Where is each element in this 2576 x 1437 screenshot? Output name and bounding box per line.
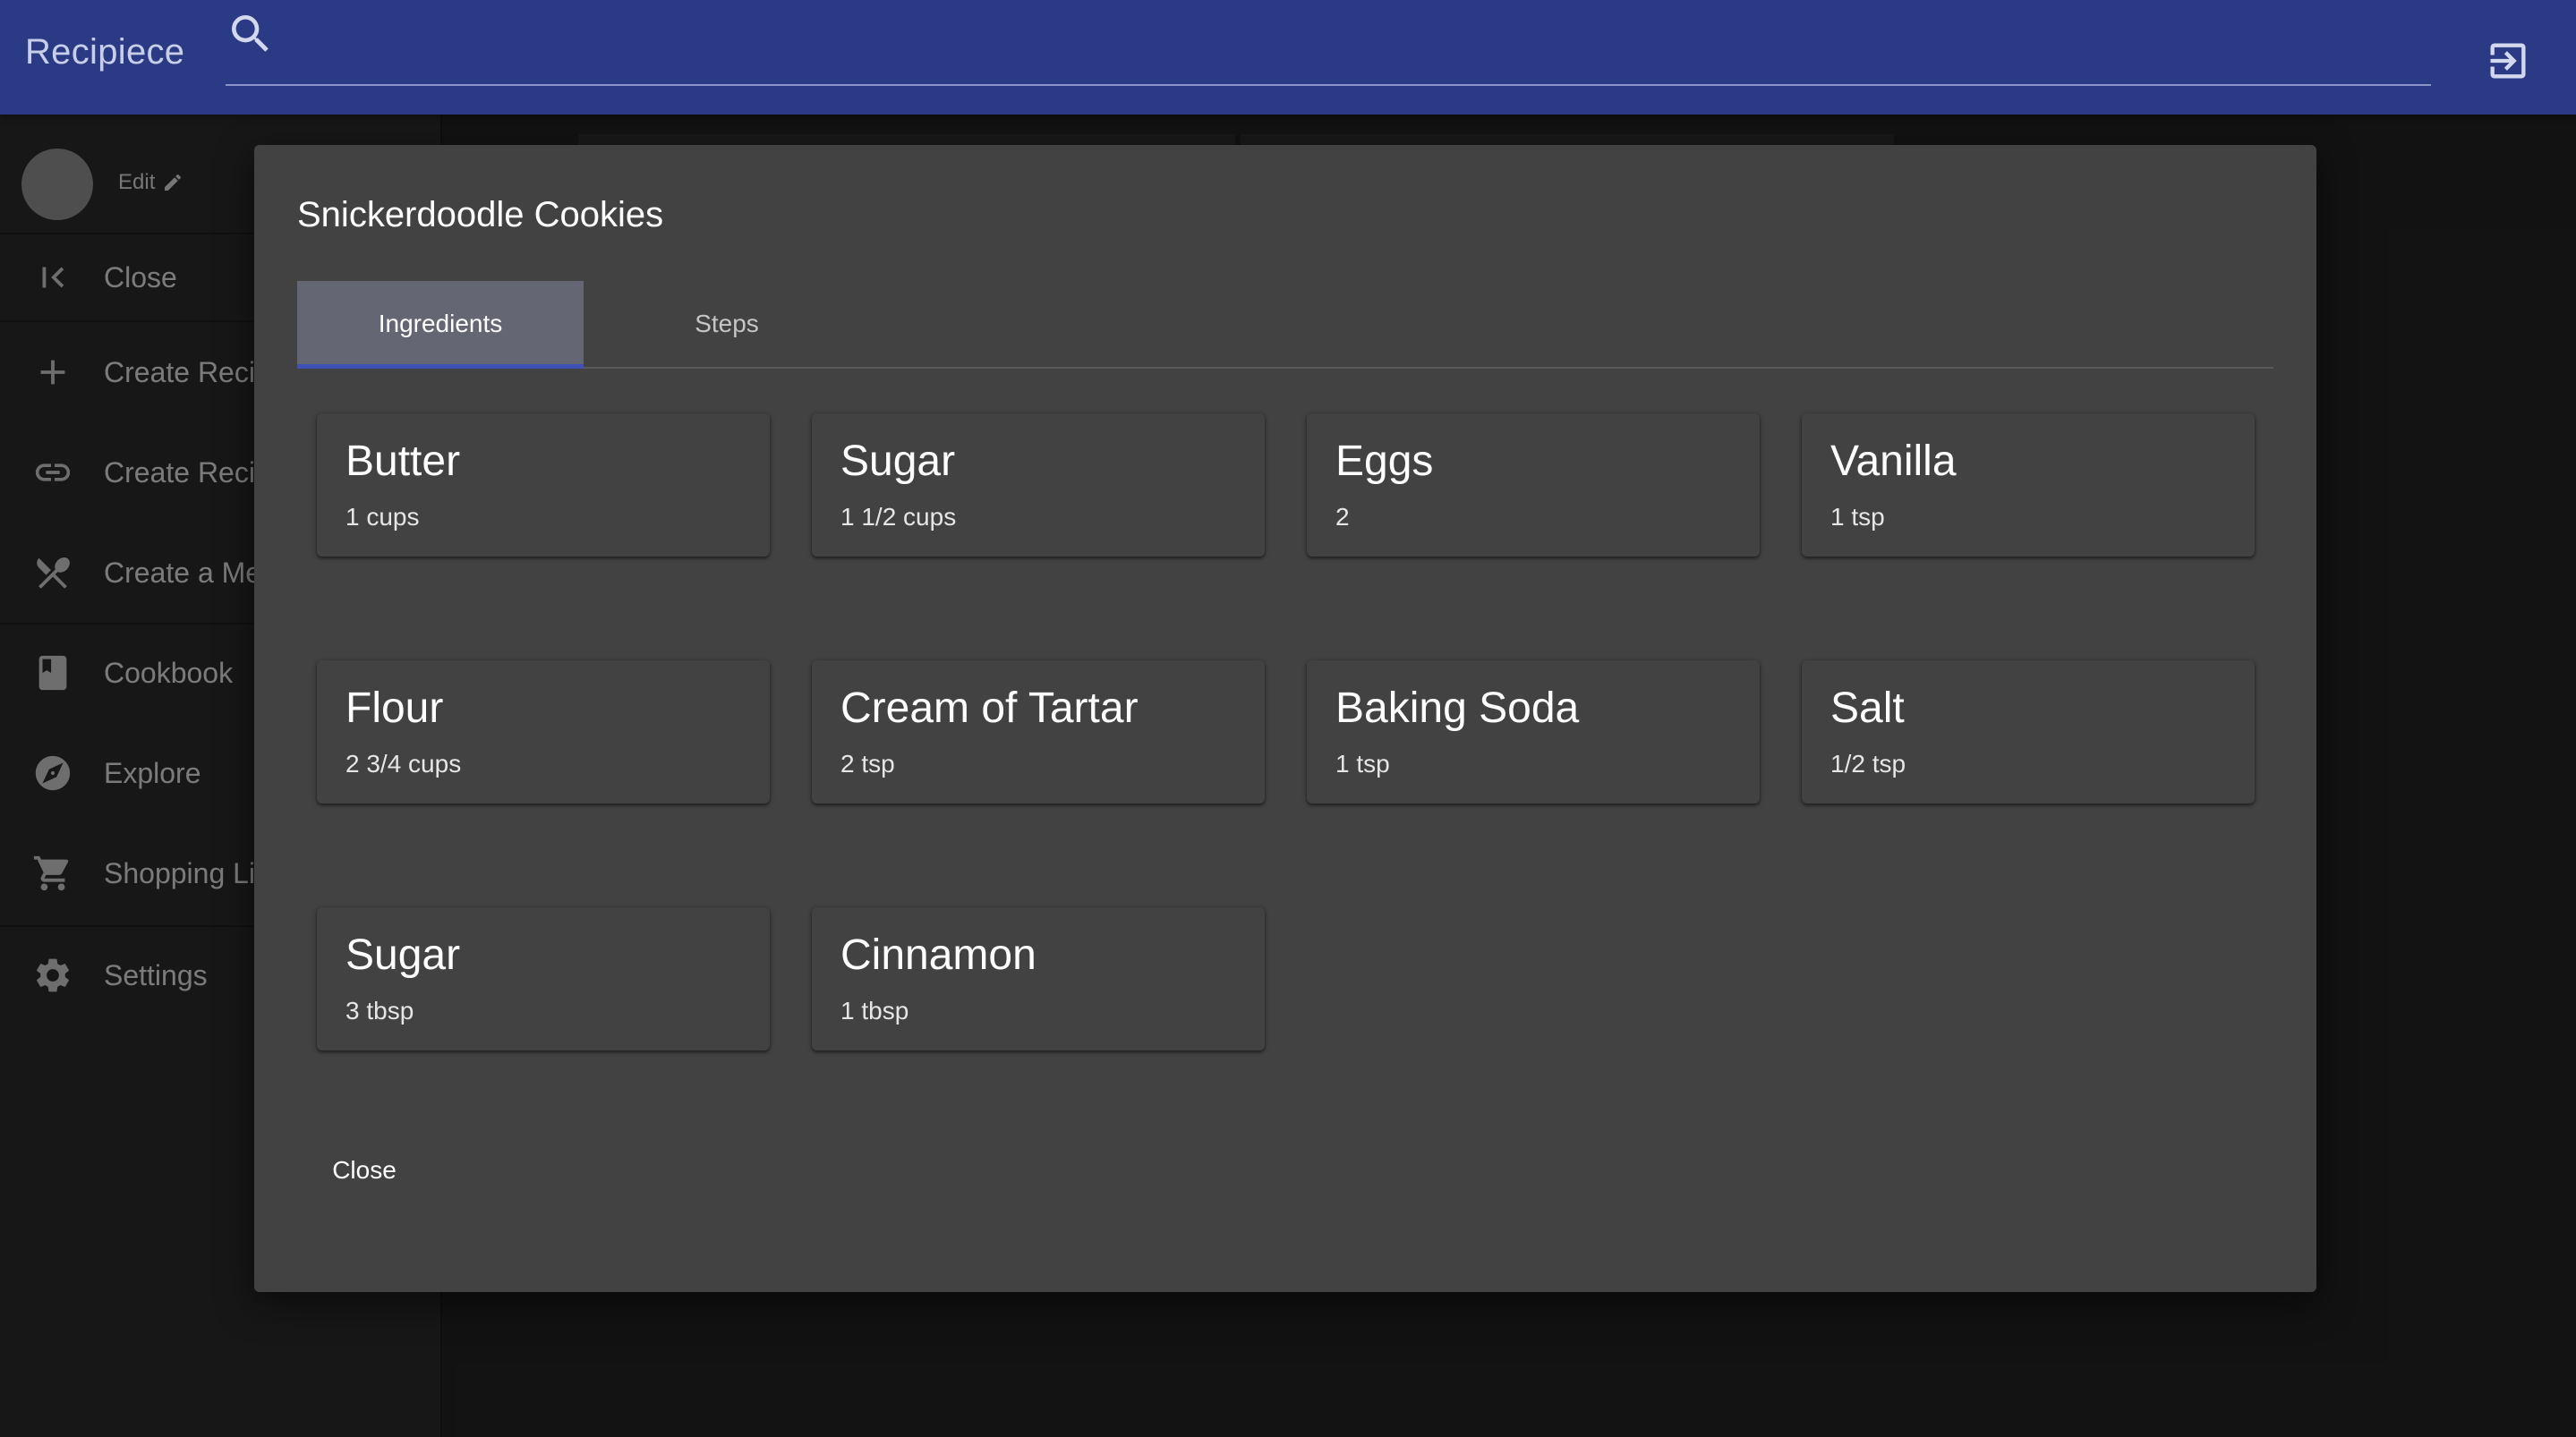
recipe-dialog: Snickerdoodle Cookies Ingredients Steps … [254, 145, 2316, 1292]
dialog-title: Snickerdoodle Cookies [297, 195, 664, 234]
ingredient-quantity: 3 tbsp [345, 997, 414, 1025]
ingredient-name: Sugar [840, 438, 956, 485]
ingredient-quantity: 1 cups [345, 503, 420, 531]
ingredient-card: Flour 2 3/4 cups [317, 660, 770, 804]
ingredient-card: Cinnamon 1 tbsp [812, 907, 1265, 1050]
ingredient-name: Salt [1830, 684, 1905, 732]
ingredient-quantity: 1 tsp [1830, 503, 1885, 531]
ingredient-name: Vanilla [1830, 438, 1957, 485]
ingredient-quantity: 1/2 tsp [1830, 750, 1906, 778]
ingredient-card: Sugar 1 1/2 cups [812, 413, 1265, 557]
search-input[interactable] [288, 13, 2418, 66]
ingredient-name: Eggs [1335, 438, 1434, 485]
ingredient-name: Sugar [345, 931, 461, 979]
tab-steps[interactable]: Steps [584, 281, 870, 367]
ingredient-name: Flour [345, 684, 444, 732]
search-icon [232, 15, 269, 52]
app-title[interactable]: Recipiece [25, 32, 184, 72]
ingredient-card: Cream of Tartar 2 tsp [812, 660, 1265, 804]
ingredient-card: Eggs 2 [1307, 413, 1760, 557]
ingredient-quantity: 1 tbsp [840, 997, 909, 1025]
close-button[interactable]: Close [297, 1142, 431, 1199]
logout-icon[interactable] [2485, 38, 2531, 84]
tab-ingredients[interactable]: Ingredients [297, 281, 584, 369]
ingredient-card: Salt 1/2 tsp [1802, 660, 2255, 804]
ingredient-card: Butter 1 cups [317, 413, 770, 557]
ingredient-card: Sugar 3 tbsp [317, 907, 770, 1050]
search-bar [226, 5, 2431, 86]
ingredient-name: Baking Soda [1335, 684, 1580, 732]
ingredient-quantity: 1 1/2 cups [840, 503, 957, 531]
ingredient-card: Vanilla 1 tsp [1802, 413, 2255, 557]
ingredient-name: Cinnamon [840, 931, 1036, 979]
ingredient-card: Baking Soda 1 tsp [1307, 660, 1760, 804]
app-bar: Recipiece [0, 0, 2576, 115]
ingredient-name: Butter [345, 438, 461, 485]
dialog-tabs: Ingredients Steps [297, 281, 2273, 369]
ingredient-quantity: 2 tsp [840, 750, 895, 778]
ingredient-quantity: 2 3/4 cups [345, 750, 462, 778]
ingredient-name: Cream of Tartar [840, 684, 1139, 732]
ingredient-quantity: 1 tsp [1335, 750, 1390, 778]
ingredient-quantity: 2 [1335, 503, 1350, 531]
